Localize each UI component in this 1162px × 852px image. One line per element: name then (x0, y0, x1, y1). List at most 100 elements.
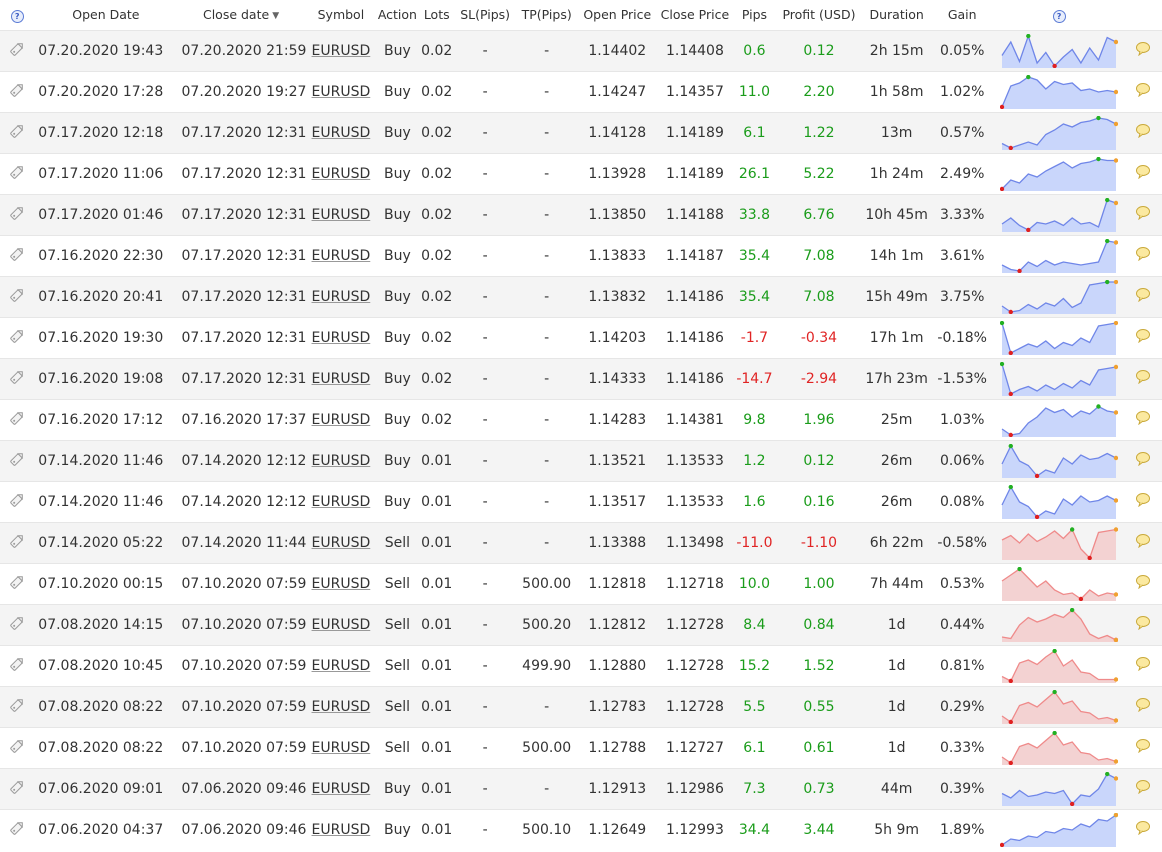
header-chart-help[interactable]: ? (994, 0, 1123, 30)
comment-icon-cell[interactable] (1124, 317, 1162, 358)
comment-icon[interactable] (1135, 492, 1151, 511)
sparkline-cell[interactable] (994, 358, 1123, 399)
help-icon[interactable]: ? (10, 9, 24, 23)
sparkline-cell[interactable] (994, 194, 1123, 235)
profit-sparkline[interactable] (1000, 74, 1119, 109)
tag-icon[interactable] (8, 409, 26, 431)
tag-icon-cell[interactable] (0, 440, 34, 481)
table-row[interactable]: 07.08.2020 10:45 07.10.2020 07:59 EURUSD Se… (0, 645, 1162, 686)
table-row[interactable]: 07.08.2020 14:15 07.10.2020 07:59 EURUSD Se… (0, 604, 1162, 645)
sparkline-cell[interactable] (994, 317, 1123, 358)
profit-sparkline[interactable] (1000, 156, 1119, 191)
comment-icon[interactable] (1135, 574, 1151, 593)
tag-icon-cell[interactable] (0, 317, 34, 358)
tag-icon[interactable] (8, 532, 26, 554)
tag-icon[interactable] (8, 163, 26, 185)
profit-sparkline[interactable] (1000, 648, 1119, 683)
comment-icon-cell[interactable] (1124, 30, 1162, 71)
tag-icon[interactable] (8, 245, 26, 267)
sparkline-cell[interactable] (994, 768, 1123, 809)
tag-icon[interactable] (8, 778, 26, 800)
comment-icon[interactable] (1135, 205, 1151, 224)
tag-icon-cell[interactable] (0, 686, 34, 727)
header-pips[interactable]: Pips (734, 0, 774, 30)
header-tp[interactable]: TP(Pips) (514, 0, 579, 30)
sparkline-cell[interactable] (994, 399, 1123, 440)
header-help[interactable]: ? (0, 0, 34, 30)
tag-icon[interactable] (8, 737, 26, 759)
profit-sparkline[interactable] (1000, 320, 1119, 355)
comment-icon-cell[interactable] (1124, 604, 1162, 645)
profit-sparkline[interactable] (1000, 689, 1119, 724)
profit-sparkline[interactable] (1000, 730, 1119, 765)
profit-sparkline[interactable] (1000, 812, 1119, 847)
tag-icon[interactable] (8, 819, 26, 841)
table-row[interactable]: 07.14.2020 11:46 07.14.2020 12:12 EURUSD Bu… (0, 440, 1162, 481)
profit-sparkline[interactable] (1000, 361, 1119, 396)
comment-icon[interactable] (1135, 738, 1151, 757)
tag-icon[interactable] (8, 614, 26, 636)
symbol-link[interactable]: EURUSD (312, 781, 371, 797)
header-gain[interactable]: Gain (930, 0, 995, 30)
tag-icon-cell[interactable] (0, 30, 34, 71)
header-duration[interactable]: Duration (863, 0, 930, 30)
comment-icon-cell[interactable] (1124, 276, 1162, 317)
table-row[interactable]: 07.06.2020 04:37 07.06.2020 09:46 EURUSD Bu… (0, 809, 1162, 850)
tag-icon-cell[interactable] (0, 768, 34, 809)
profit-sparkline[interactable] (1000, 115, 1119, 150)
comment-icon[interactable] (1135, 41, 1151, 60)
table-row[interactable]: 07.16.2020 20:41 07.17.2020 12:31 EURUSD Bu… (0, 276, 1162, 317)
header-symbol[interactable]: Symbol (305, 0, 378, 30)
header-lots[interactable]: Lots (418, 0, 456, 30)
comment-icon-cell[interactable] (1124, 768, 1162, 809)
symbol-link[interactable]: EURUSD (312, 822, 371, 838)
tag-icon[interactable] (8, 81, 26, 103)
sparkline-cell[interactable] (994, 809, 1123, 850)
profit-sparkline[interactable] (1000, 771, 1119, 806)
comment-icon-cell[interactable] (1124, 645, 1162, 686)
symbol-link[interactable]: EURUSD (312, 207, 371, 223)
symbol-link[interactable]: EURUSD (312, 617, 371, 633)
symbol-link[interactable]: EURUSD (312, 371, 371, 387)
table-row[interactable]: 07.14.2020 11:46 07.14.2020 12:12 EURUSD Bu… (0, 481, 1162, 522)
comment-icon-cell[interactable] (1124, 440, 1162, 481)
comment-icon[interactable] (1135, 615, 1151, 634)
comment-icon[interactable] (1135, 533, 1151, 552)
tag-icon-cell[interactable] (0, 153, 34, 194)
table-row[interactable]: 07.17.2020 12:18 07.17.2020 12:31 EURUSD Bu… (0, 112, 1162, 153)
comment-icon[interactable] (1135, 779, 1151, 798)
tag-icon-cell[interactable] (0, 563, 34, 604)
comment-icon[interactable] (1135, 123, 1151, 142)
tag-icon-cell[interactable] (0, 604, 34, 645)
table-row[interactable]: 07.16.2020 19:08 07.17.2020 12:31 EURUSD Bu… (0, 358, 1162, 399)
profit-sparkline[interactable] (1000, 403, 1119, 437)
tag-icon-cell[interactable] (0, 358, 34, 399)
symbol-link[interactable]: EURUSD (312, 43, 371, 59)
comment-icon[interactable] (1135, 287, 1151, 306)
table-row[interactable]: 07.16.2020 17:12 07.16.2020 17:37 EURUSD Bu… (0, 399, 1162, 440)
symbol-link[interactable]: EURUSD (312, 453, 371, 469)
comment-icon[interactable] (1135, 820, 1151, 839)
sparkline-cell[interactable] (994, 235, 1123, 276)
profit-sparkline[interactable] (1000, 566, 1119, 601)
symbol-link[interactable]: EURUSD (312, 576, 371, 592)
tag-icon-cell[interactable] (0, 645, 34, 686)
sparkline-cell[interactable] (994, 481, 1123, 522)
tag-icon-cell[interactable] (0, 727, 34, 768)
comment-icon-cell[interactable] (1124, 686, 1162, 727)
header-close-date[interactable]: Close date ▼ (178, 0, 305, 30)
comment-icon[interactable] (1135, 164, 1151, 183)
sparkline-cell[interactable] (994, 563, 1123, 604)
tag-icon[interactable] (8, 655, 26, 677)
sparkline-cell[interactable] (994, 30, 1123, 71)
tag-icon[interactable] (8, 286, 26, 308)
header-open-date[interactable]: Open Date (34, 0, 177, 30)
symbol-link[interactable]: EURUSD (312, 248, 371, 264)
symbol-link[interactable]: EURUSD (312, 330, 371, 346)
comment-icon-cell[interactable] (1124, 112, 1162, 153)
sparkline-cell[interactable] (994, 645, 1123, 686)
profit-sparkline[interactable] (1000, 197, 1119, 232)
comment-icon[interactable] (1135, 369, 1151, 388)
comment-icon-cell[interactable] (1124, 71, 1162, 112)
table-row[interactable]: 07.14.2020 05:22 07.14.2020 11:44 EURUSD Se… (0, 522, 1162, 563)
